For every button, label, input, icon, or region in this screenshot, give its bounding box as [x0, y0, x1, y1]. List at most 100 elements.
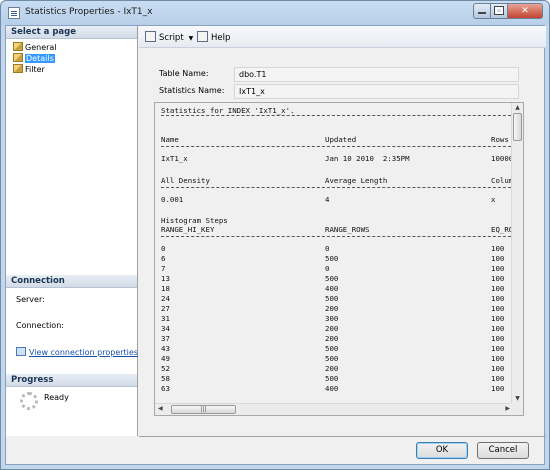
progress-header: Progress: [6, 374, 137, 387]
window-title: Statistics Properties - IxT1_x: [25, 7, 153, 17]
col-header-avglen: Average Length: [325, 176, 388, 185]
button-separator: [139, 436, 546, 437]
server-label: Server:: [16, 295, 45, 304]
statistics-properties-window: Statistics Properties - IxT1_x ✕ Select …: [0, 0, 550, 470]
scrollbar-corner: [511, 403, 523, 415]
col-header-eq-rows: EQ_RO: [491, 225, 514, 234]
progress-spinner-icon: [20, 392, 38, 410]
column-value: x: [491, 195, 496, 204]
cancel-button[interactable]: Cancel: [477, 442, 529, 459]
title-bar[interactable]: Statistics Properties - IxT1_x ✕: [1, 1, 549, 25]
chevron-down-icon[interactable]: ▼: [189, 35, 194, 42]
range-hi-key-cell: 6: [161, 254, 166, 263]
stat-name-value: IxT1_x: [161, 154, 188, 163]
eq-rows-cell: 100: [491, 354, 505, 363]
view-connection-properties-link[interactable]: View connection properties: [16, 347, 138, 357]
vertical-scroll-thumb[interactable]: [513, 113, 522, 141]
maximize-button[interactable]: [490, 3, 508, 19]
progress-status: Ready: [44, 393, 69, 402]
range-hi-key-cell: 34: [161, 324, 170, 333]
range-rows-cell: 500: [325, 254, 339, 263]
page-item-label: Details: [25, 54, 55, 63]
col-header-density: All Density: [161, 176, 210, 185]
minimize-icon: [478, 12, 486, 14]
scroll-right-icon[interactable]: ▶: [505, 405, 510, 412]
statistics-name-field[interactable]: IxT1_x: [234, 84, 519, 99]
horizontal-scrollbar[interactable]: ◀ ||| ▶: [155, 403, 513, 415]
range-rows-cell: 500: [325, 374, 339, 383]
eq-rows-cell: 100: [491, 244, 505, 253]
eq-rows-cell: 100: [491, 384, 505, 393]
scroll-down-icon[interactable]: ▼: [512, 395, 523, 402]
page-icon: [13, 53, 23, 62]
range-rows-cell: 400: [325, 284, 339, 293]
page-icon: [13, 64, 23, 73]
histogram-title: Histogram Steps: [161, 216, 228, 225]
range-rows-cell: 200: [325, 364, 339, 373]
range-rows-cell: 500: [325, 274, 339, 283]
col-header-range-rows: RANGE_ROWS: [325, 225, 370, 234]
connection-properties-icon: [16, 347, 26, 356]
density-value: 0.001: [161, 195, 184, 204]
scroll-up-icon[interactable]: ▲: [512, 104, 523, 111]
range-hi-key-cell: 27: [161, 304, 170, 313]
range-rows-cell: 400: [325, 384, 339, 393]
view-connection-properties-label: View connection properties: [29, 348, 138, 357]
col-header-updated: Updated: [325, 135, 357, 144]
stat-rows-value: 10000: [491, 154, 514, 163]
range-hi-key-cell: 13: [161, 274, 170, 283]
eq-rows-cell: 100: [491, 264, 505, 273]
range-hi-key-cell: 0: [161, 244, 166, 253]
table-name-field[interactable]: dbo.T1: [234, 67, 519, 82]
help-button[interactable]: Help: [197, 31, 230, 43]
script-button[interactable]: Script ▼: [145, 31, 193, 43]
range-hi-key-cell: 37: [161, 334, 170, 343]
divider: [161, 115, 521, 116]
page-item-filter[interactable]: Filter: [13, 64, 45, 75]
scroll-left-icon[interactable]: ◀: [158, 405, 163, 412]
horizontal-scroll-thumb[interactable]: |||: [171, 405, 236, 414]
eq-rows-cell: 100: [491, 364, 505, 373]
stat-updated-value: Jan 10 2010 2:35PM: [325, 154, 410, 163]
ok-button[interactable]: OK: [416, 442, 468, 459]
help-label: Help: [211, 33, 231, 43]
col-header-column: Colum: [491, 176, 514, 185]
script-icon: [145, 31, 156, 42]
divider: [161, 236, 521, 237]
range-rows-cell: 500: [325, 294, 339, 303]
col-header-rows: Rows: [491, 135, 509, 144]
dialog-client-area: Select a page General Details Filter Con…: [5, 25, 546, 465]
range-hi-key-cell: 18: [161, 284, 170, 293]
stats-header-line: Statistics for INDEX 'IxT1_x'.: [161, 106, 295, 115]
page-item-general[interactable]: General: [13, 42, 57, 53]
maximize-icon: [494, 6, 504, 15]
range-rows-cell: 200: [325, 304, 339, 313]
statistics-details-content: Statistics for INDEX 'IxT1_x'. Name Upda…: [161, 106, 521, 393]
page-item-details[interactable]: Details: [13, 53, 55, 64]
eq-rows-cell: 100: [491, 324, 505, 333]
avglen-value: 4: [325, 195, 330, 204]
script-label: Script: [159, 33, 184, 43]
page-icon: [13, 42, 23, 51]
divider: [161, 146, 521, 147]
col-header-name: Name: [161, 135, 179, 144]
range-rows-cell: 500: [325, 344, 339, 353]
toolbar: Script ▼ Help: [139, 26, 546, 48]
window-app-icon: [8, 7, 20, 19]
close-button[interactable]: ✕: [507, 3, 543, 19]
vertical-scrollbar[interactable]: ▲ ▼: [511, 103, 523, 403]
range-rows-cell: 0: [325, 244, 330, 253]
eq-rows-cell: 100: [491, 274, 505, 283]
range-rows-cell: 0: [325, 264, 330, 273]
statistics-name-label: Statistics Name:: [159, 86, 225, 95]
range-hi-key-cell: 58: [161, 374, 170, 383]
eq-rows-cell: 100: [491, 334, 505, 343]
range-hi-key-cell: 63: [161, 384, 170, 393]
eq-rows-cell: 100: [491, 254, 505, 263]
statistics-details-textbox[interactable]: Statistics for INDEX 'IxT1_x'. Name Upda…: [154, 102, 524, 416]
range-hi-key-cell: 7: [161, 264, 166, 273]
page-item-label: Filter: [25, 65, 45, 74]
eq-rows-cell: 100: [491, 304, 505, 313]
minimize-button[interactable]: [473, 3, 491, 19]
range-rows-cell: 200: [325, 334, 339, 343]
